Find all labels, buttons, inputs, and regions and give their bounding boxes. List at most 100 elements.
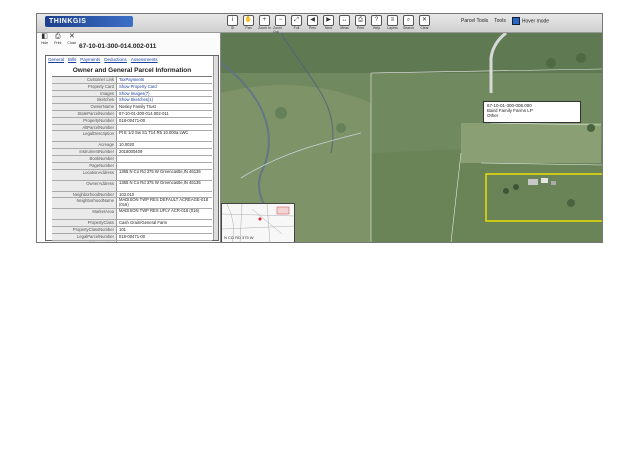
tool-id[interactable]: i ID (225, 15, 240, 31)
next-icon: ▶ (323, 15, 334, 26)
parcel-number-heading: 67-10-01-300-014.002-011 (79, 43, 157, 50)
row-value: 10.0020 (119, 142, 135, 148)
tool-next[interactable]: ▶ Next (321, 15, 336, 31)
table-row: MarketArea MADISON TWP RES UFLY ACR-018 (… (52, 209, 212, 221)
panel-title: Owner and General Parcel Information (72, 67, 192, 74)
row-label: BookNumber (52, 155, 117, 162)
row-value (117, 156, 212, 162)
tool-zoom-out[interactable]: − Zoom Out (273, 15, 288, 34)
map-view[interactable]: 67-10-01-300-008.000 Baird Family Farms … (221, 33, 602, 242)
row-link[interactable]: TaxPayments (117, 77, 212, 83)
tool-clear[interactable]: ✕ Clear (417, 15, 432, 31)
row-link[interactable]: Show Property Card (117, 84, 212, 90)
row-value: 101 (119, 227, 126, 233)
panel-close-button[interactable]: ✕ Close (67, 33, 76, 45)
row-link[interactable]: Show Sketches(1) (117, 97, 212, 103)
table-row: StateParcelNumber 67-10-01-300-014.002-01… (52, 110, 212, 118)
print-icon: ⎙ (55, 33, 61, 40)
row-value: 1365 N Co Rd 375 W Greencastle,IN 46135 (119, 180, 201, 185)
row-label: StateParcelNumber (52, 110, 117, 117)
row-value: Cash Grain/General Farm (119, 220, 168, 226)
tools-menu[interactable]: Tools (494, 18, 506, 24)
row-label: Property Card (52, 83, 117, 90)
prev-icon: ◀ (307, 15, 318, 26)
hide-icon: ◧ (41, 33, 48, 40)
print-icon: ⎙ (355, 15, 366, 26)
tool-full[interactable]: ⤢ Full (289, 15, 304, 31)
callout-line: Other (487, 113, 499, 118)
table-row: InstrumentNumber 2018000409 (52, 149, 212, 156)
gis-window: THINKGIS i ID ✋ Pan + Zoom In − Zoom Out ⤢ Full ◀ P… (36, 13, 603, 243)
app-logo: THINKGIS (45, 16, 133, 27)
search-icon: ⌕ (403, 15, 414, 26)
row-label: OwnerName (52, 104, 117, 110)
table-row: Acreage 10.0020 (52, 142, 212, 150)
zoom-in-icon: + (259, 15, 270, 26)
tool-label: Meas (340, 26, 349, 30)
hover-mode-label: Hover mode (521, 18, 550, 25)
table-row: AltParcelNumber (52, 124, 212, 132)
tool-label: Zoom In (258, 26, 271, 30)
panel-print-button[interactable]: ⎙ Print (54, 33, 61, 45)
table-row: LocationAddress 1365 N Co Rd 375 W Greenc… (52, 169, 212, 181)
tool-layers[interactable]: ≡ Layers (385, 15, 400, 31)
row-value: 2018000409 (119, 149, 143, 155)
table-row: Customer Link TaxPayments (52, 77, 212, 84)
panel-icon-label: Print (54, 41, 62, 45)
row-value: MADISON TWP RES UFLY ACR-018 (016) (119, 209, 200, 214)
tab-general[interactable]: General (48, 57, 64, 62)
parcel-tools-menu[interactable]: Parcel Tools (461, 18, 488, 24)
row-value (117, 125, 212, 131)
panel-scrollbar[interactable] (213, 56, 218, 240)
row-label: AltParcelNumber (52, 124, 117, 131)
row-label: LegalParcelNumber (52, 233, 117, 240)
row-value: 1365 N Co Rd 375 W Greencastle,IN 46135 (119, 169, 201, 174)
row-label: Customer Link (52, 77, 117, 83)
table-row: NeighborhoodNumber 103.010 (52, 191, 212, 199)
panel-icon-label: Hide (41, 41, 49, 45)
tab-bills[interactable]: Bills (68, 57, 76, 62)
tool-print[interactable]: ⎙ Print (353, 15, 368, 31)
help-icon: ? (371, 15, 382, 26)
table-row: Property Card Show Property Card (52, 83, 212, 91)
tab-assessments[interactable]: Assessments (131, 57, 158, 62)
full-icon: ⤢ (291, 15, 302, 26)
row-label: LocationAddress (52, 169, 117, 180)
checkbox-icon (511, 17, 520, 25)
close-icon: ✕ (68, 33, 75, 40)
tool-zoom-in[interactable]: + Zoom In (257, 15, 272, 31)
row-value (117, 163, 212, 169)
tool-label: Search (402, 26, 415, 30)
tool-help[interactable]: ? Help (369, 15, 384, 31)
table-row: LegalParcelNumber 018-00471-00 (52, 233, 212, 241)
tool-label: Layers (387, 26, 398, 30)
panel-icons: ◧ Hide ⎙ Print ✕ Close (41, 33, 76, 45)
tool-label: Help (372, 26, 381, 30)
row-label: Sketches (52, 97, 117, 104)
hover-mode-toggle[interactable]: Hover mode (511, 17, 550, 25)
parcel-panel: ◧ Hide ⎙ Print ✕ Close 67-10-01-300-014.002-0… (37, 33, 221, 242)
tool-meas[interactable]: ↔ Meas (337, 15, 352, 31)
panel-hide-button[interactable]: ◧ Hide (41, 33, 48, 45)
overview-map[interactable]: N CO RD 375 W (221, 203, 295, 242)
row-link[interactable]: Show Images(7) (117, 91, 212, 97)
right-menu: Parcel Tools Tools Hover mode (461, 17, 549, 25)
tab-payments[interactable]: Payments (80, 57, 100, 62)
row-label: PropertyNumber (52, 117, 117, 124)
table-row: BookNumber (52, 155, 212, 163)
table-row: PropertyClass Cash Grain/General Farm (52, 220, 212, 228)
tool-label: Print (356, 26, 365, 30)
tab-deductions[interactable]: Deductions (104, 57, 127, 62)
row-value: 103.010 (119, 191, 135, 197)
row-label: Acreage (52, 142, 117, 149)
row-value: Pt E 1/2 Sw S1 T14 R5 10.000a LWC (119, 131, 189, 136)
tool-prev[interactable]: ◀ Prev (305, 15, 320, 31)
row-label: MarketArea (52, 209, 117, 220)
tool-pan[interactable]: ✋ Pan (241, 15, 256, 31)
row-value: MADISON TWP RES DEFAULT ACREAGE-018 (016… (119, 198, 209, 207)
table-row: LegalDescription Pt E 1/2 Sw S1 T14 R5 10… (52, 131, 212, 143)
parcel-callout: 67-10-01-300-008.000 Baird Family Farms … (483, 101, 581, 123)
zoom-out-icon: − (275, 15, 286, 26)
row-label: InstrumentNumber (52, 149, 117, 155)
tool-search[interactable]: ⌕ Search (401, 15, 416, 31)
